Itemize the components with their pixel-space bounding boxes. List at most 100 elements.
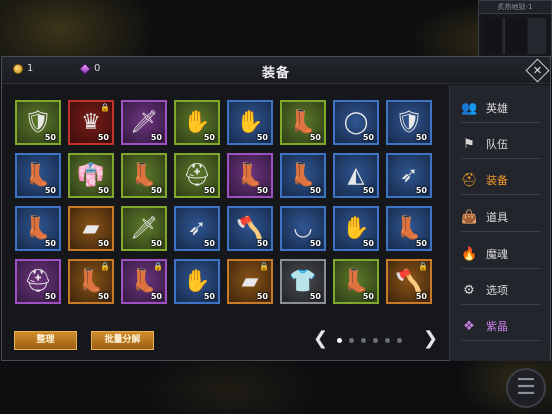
nav-item-label: 选项	[486, 284, 508, 297]
inventory-slot[interactable]: ▰ 50	[68, 206, 114, 251]
nav-item-label: 紫晶	[486, 320, 508, 333]
sort-button[interactable]: 整理	[14, 331, 77, 350]
inventory-slot[interactable]: ◭ 50	[333, 153, 379, 198]
inventory-slot[interactable]: ◯ 50	[333, 100, 379, 145]
inventory-slot[interactable]: 🛡 50	[386, 100, 432, 145]
batch-dismantle-button[interactable]: 批量分解	[91, 331, 154, 350]
minimap[interactable]: 炙热地狱-1	[478, 0, 552, 58]
inventory-slot[interactable]: 🛡 50	[15, 100, 61, 145]
item-count: 50	[97, 292, 109, 301]
equipment-dialog: 1 0 装备 ✕ 🛡 50 ♛ 🔒 50 🗡 50 ✋ 50 ✋ 50 👢 50 ◯ 50 🛡 50 👢 50 👘 50…	[1, 56, 551, 361]
item-count: 50	[362, 133, 374, 142]
inventory-slot[interactable]: ◡ 50	[280, 206, 326, 251]
gear-icon: ⚙	[463, 282, 475, 298]
side-navigation: 👥 英雄 ⚑ 队伍 ⛑ 装备 👜 道具 🔥 魔魂 ⚙ 选项 ❖ 紫晶	[449, 85, 550, 361]
nav-item[interactable]: ⛑ 装备	[461, 169, 541, 195]
inventory-slot[interactable]: 👘 50	[68, 153, 114, 198]
bag-icon: 👜	[461, 209, 478, 225]
inventory-slot[interactable]: 👢 🔒 50	[68, 259, 114, 304]
nav-item[interactable]: ⚙ 选项	[461, 279, 541, 305]
item-count: 50	[150, 292, 162, 301]
inventory-slot[interactable]: 🪓 🔒 50	[386, 259, 432, 304]
flag-icon: ⚑	[463, 136, 475, 152]
page-dot[interactable]	[349, 338, 354, 343]
inventory-grid: 🛡 50 ♛ 🔒 50 🗡 50 ✋ 50 ✋ 50 👢 50 ◯ 50 🛡 50 👢 50 👘 50 👢 50 ⛑ 50 👢 50…	[15, 100, 441, 306]
inventory-slot[interactable]: ⛑ 50	[174, 153, 220, 198]
inventory-slot[interactable]: ➶ 50	[174, 206, 220, 251]
item-count: 50	[150, 239, 162, 248]
nav-item[interactable]: 👜 道具	[461, 206, 541, 232]
inventory-slot[interactable]: ♛ 🔒 50	[68, 100, 114, 145]
inventory-slot[interactable]: 🗡 50	[121, 206, 167, 251]
inventory-slot[interactable]: 👢 50	[15, 206, 61, 251]
inventory-slot[interactable]: 👕 50	[280, 259, 326, 304]
item-count: 50	[256, 186, 268, 195]
lock-icon: 🔒	[259, 262, 269, 271]
item-count: 50	[309, 186, 321, 195]
nav-item[interactable]: ⚑ 队伍	[461, 133, 541, 159]
minimap-title: 炙热地狱-1	[479, 1, 551, 14]
item-count: 50	[415, 239, 427, 248]
inventory-slot[interactable]: ▰ 🔒 50	[227, 259, 273, 304]
item-count: 50	[362, 186, 374, 195]
nav-item-label: 队伍	[486, 138, 508, 151]
prev-page-icon[interactable]: ❮	[313, 329, 328, 349]
inventory-slot[interactable]: 👢 🔒 50	[121, 259, 167, 304]
nav-item[interactable]: ❖ 紫晶	[461, 315, 541, 341]
item-count: 50	[415, 186, 427, 195]
item-count: 50	[362, 239, 374, 248]
flame-icon: 🔥	[461, 246, 478, 262]
item-count: 50	[97, 239, 109, 248]
dialog-title: 装备	[261, 66, 290, 81]
nav-item-label: 魔魂	[486, 248, 508, 261]
inventory-slot[interactable]: ⛑ 50	[15, 259, 61, 304]
item-count: 50	[150, 133, 162, 142]
page-dot[interactable]	[373, 338, 378, 343]
inventory-slot[interactable]: 👢 50	[333, 259, 379, 304]
item-count: 50	[309, 292, 321, 301]
item-count: 50	[44, 133, 56, 142]
nav-item-label: 装备	[486, 174, 508, 187]
nav-item[interactable]: 👥 英雄	[461, 97, 541, 123]
lock-icon: 🔒	[100, 262, 110, 271]
inventory-slot[interactable]: 👢 50	[227, 153, 273, 198]
inventory-slot[interactable]: ✋ 50	[227, 100, 273, 145]
lock-icon: 🔒	[418, 262, 428, 271]
item-count: 50	[256, 292, 268, 301]
item-count: 50	[256, 133, 268, 142]
inventory-slot[interactable]: 👢 50	[121, 153, 167, 198]
inventory-slot[interactable]: ➶ 50	[386, 153, 432, 198]
inventory-slot[interactable]: ✋ 50	[333, 206, 379, 251]
item-count: 50	[150, 186, 162, 195]
next-page-icon[interactable]: ❯	[423, 329, 438, 349]
nav-item-label: 英雄	[486, 102, 508, 115]
inventory-slot[interactable]: 👢 50	[386, 206, 432, 251]
item-count: 50	[256, 239, 268, 248]
item-count: 50	[309, 239, 321, 248]
page-dot[interactable]	[385, 338, 390, 343]
helmet-icon: ⛑	[461, 172, 478, 188]
item-count: 50	[44, 186, 56, 195]
inventory-slot[interactable]: 👢 50	[280, 100, 326, 145]
item-count: 50	[203, 292, 215, 301]
minimap-view	[484, 18, 546, 54]
page-dot[interactable]	[337, 338, 342, 343]
item-count: 50	[203, 239, 215, 248]
item-count: 50	[203, 133, 215, 142]
page-dot[interactable]	[361, 338, 366, 343]
item-count: 50	[203, 186, 215, 195]
item-count: 50	[44, 292, 56, 301]
inventory-slot[interactable]: ✋ 50	[174, 100, 220, 145]
page-dot[interactable]	[397, 338, 402, 343]
item-count: 50	[44, 239, 56, 248]
inventory-slot[interactable]: 🪓 50	[227, 206, 273, 251]
item-count: 50	[362, 292, 374, 301]
inventory-slot[interactable]: 👢 50	[280, 153, 326, 198]
inventory-slot[interactable]: 👢 50	[15, 153, 61, 198]
inventory-slot[interactable]: ✋ 50	[174, 259, 220, 304]
lock-icon: 🔒	[153, 262, 163, 271]
menu-list-icon[interactable]: ☰	[506, 368, 546, 408]
nav-item[interactable]: 🔥 魔魂	[461, 243, 541, 269]
item-count: 50	[97, 186, 109, 195]
inventory-slot[interactable]: 🗡 50	[121, 100, 167, 145]
